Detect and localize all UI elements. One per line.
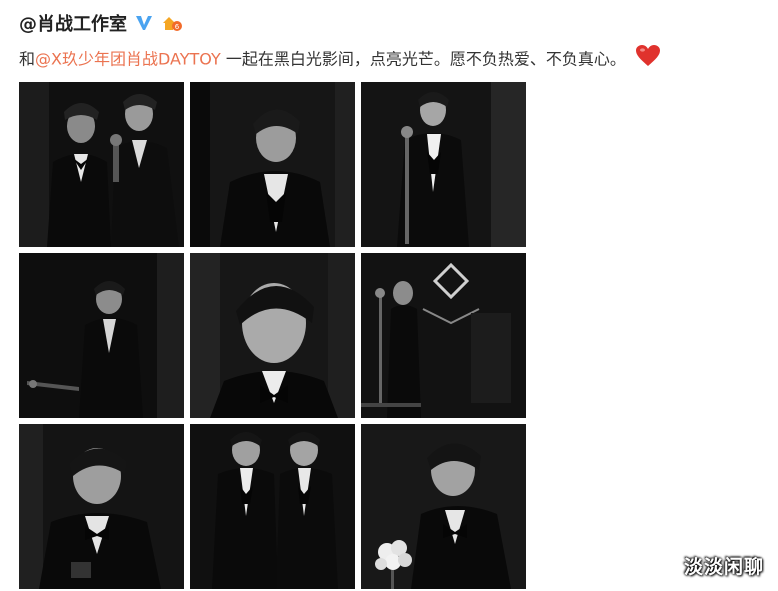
photo-7[interactable]	[19, 424, 184, 589]
member-badge-icon[interactable]: 6	[161, 13, 183, 33]
author-row: @肖战工作室 6	[19, 9, 183, 37]
author-name[interactable]: @肖战工作室	[19, 10, 127, 36]
photo-5[interactable]	[190, 253, 355, 418]
svg-text:6: 6	[175, 23, 180, 31]
post-text: 和@X玖少年团肖战DAYTOY 一起在黑白光影间，点亮光芒。愿不负热爱、不负真心…	[19, 44, 759, 76]
post-text-body: 一起在黑白光影间，点亮光芒。愿不负热爱、不负真心。	[220, 49, 626, 69]
mention-link[interactable]: @X玖少年团肖战DAYTOY	[35, 50, 221, 69]
verified-v-icon	[135, 14, 153, 32]
photo-6[interactable]	[361, 253, 526, 418]
weibo-post: @肖战工作室 6 和@X玖少年团肖战DAYTOY 一起在黑白光影间，点亮光芒。愿…	[0, 0, 778, 591]
photo-3[interactable]	[361, 82, 526, 247]
photo-1[interactable]	[19, 82, 184, 247]
photo-2[interactable]	[190, 82, 355, 247]
photo-4[interactable]	[19, 253, 184, 418]
photo-8[interactable]	[190, 424, 355, 589]
photo-9[interactable]	[361, 424, 526, 589]
heart-icon	[635, 44, 661, 76]
watermark-text: 淡淡闲聊	[683, 556, 764, 578]
post-text-prefix: 和	[19, 49, 36, 69]
